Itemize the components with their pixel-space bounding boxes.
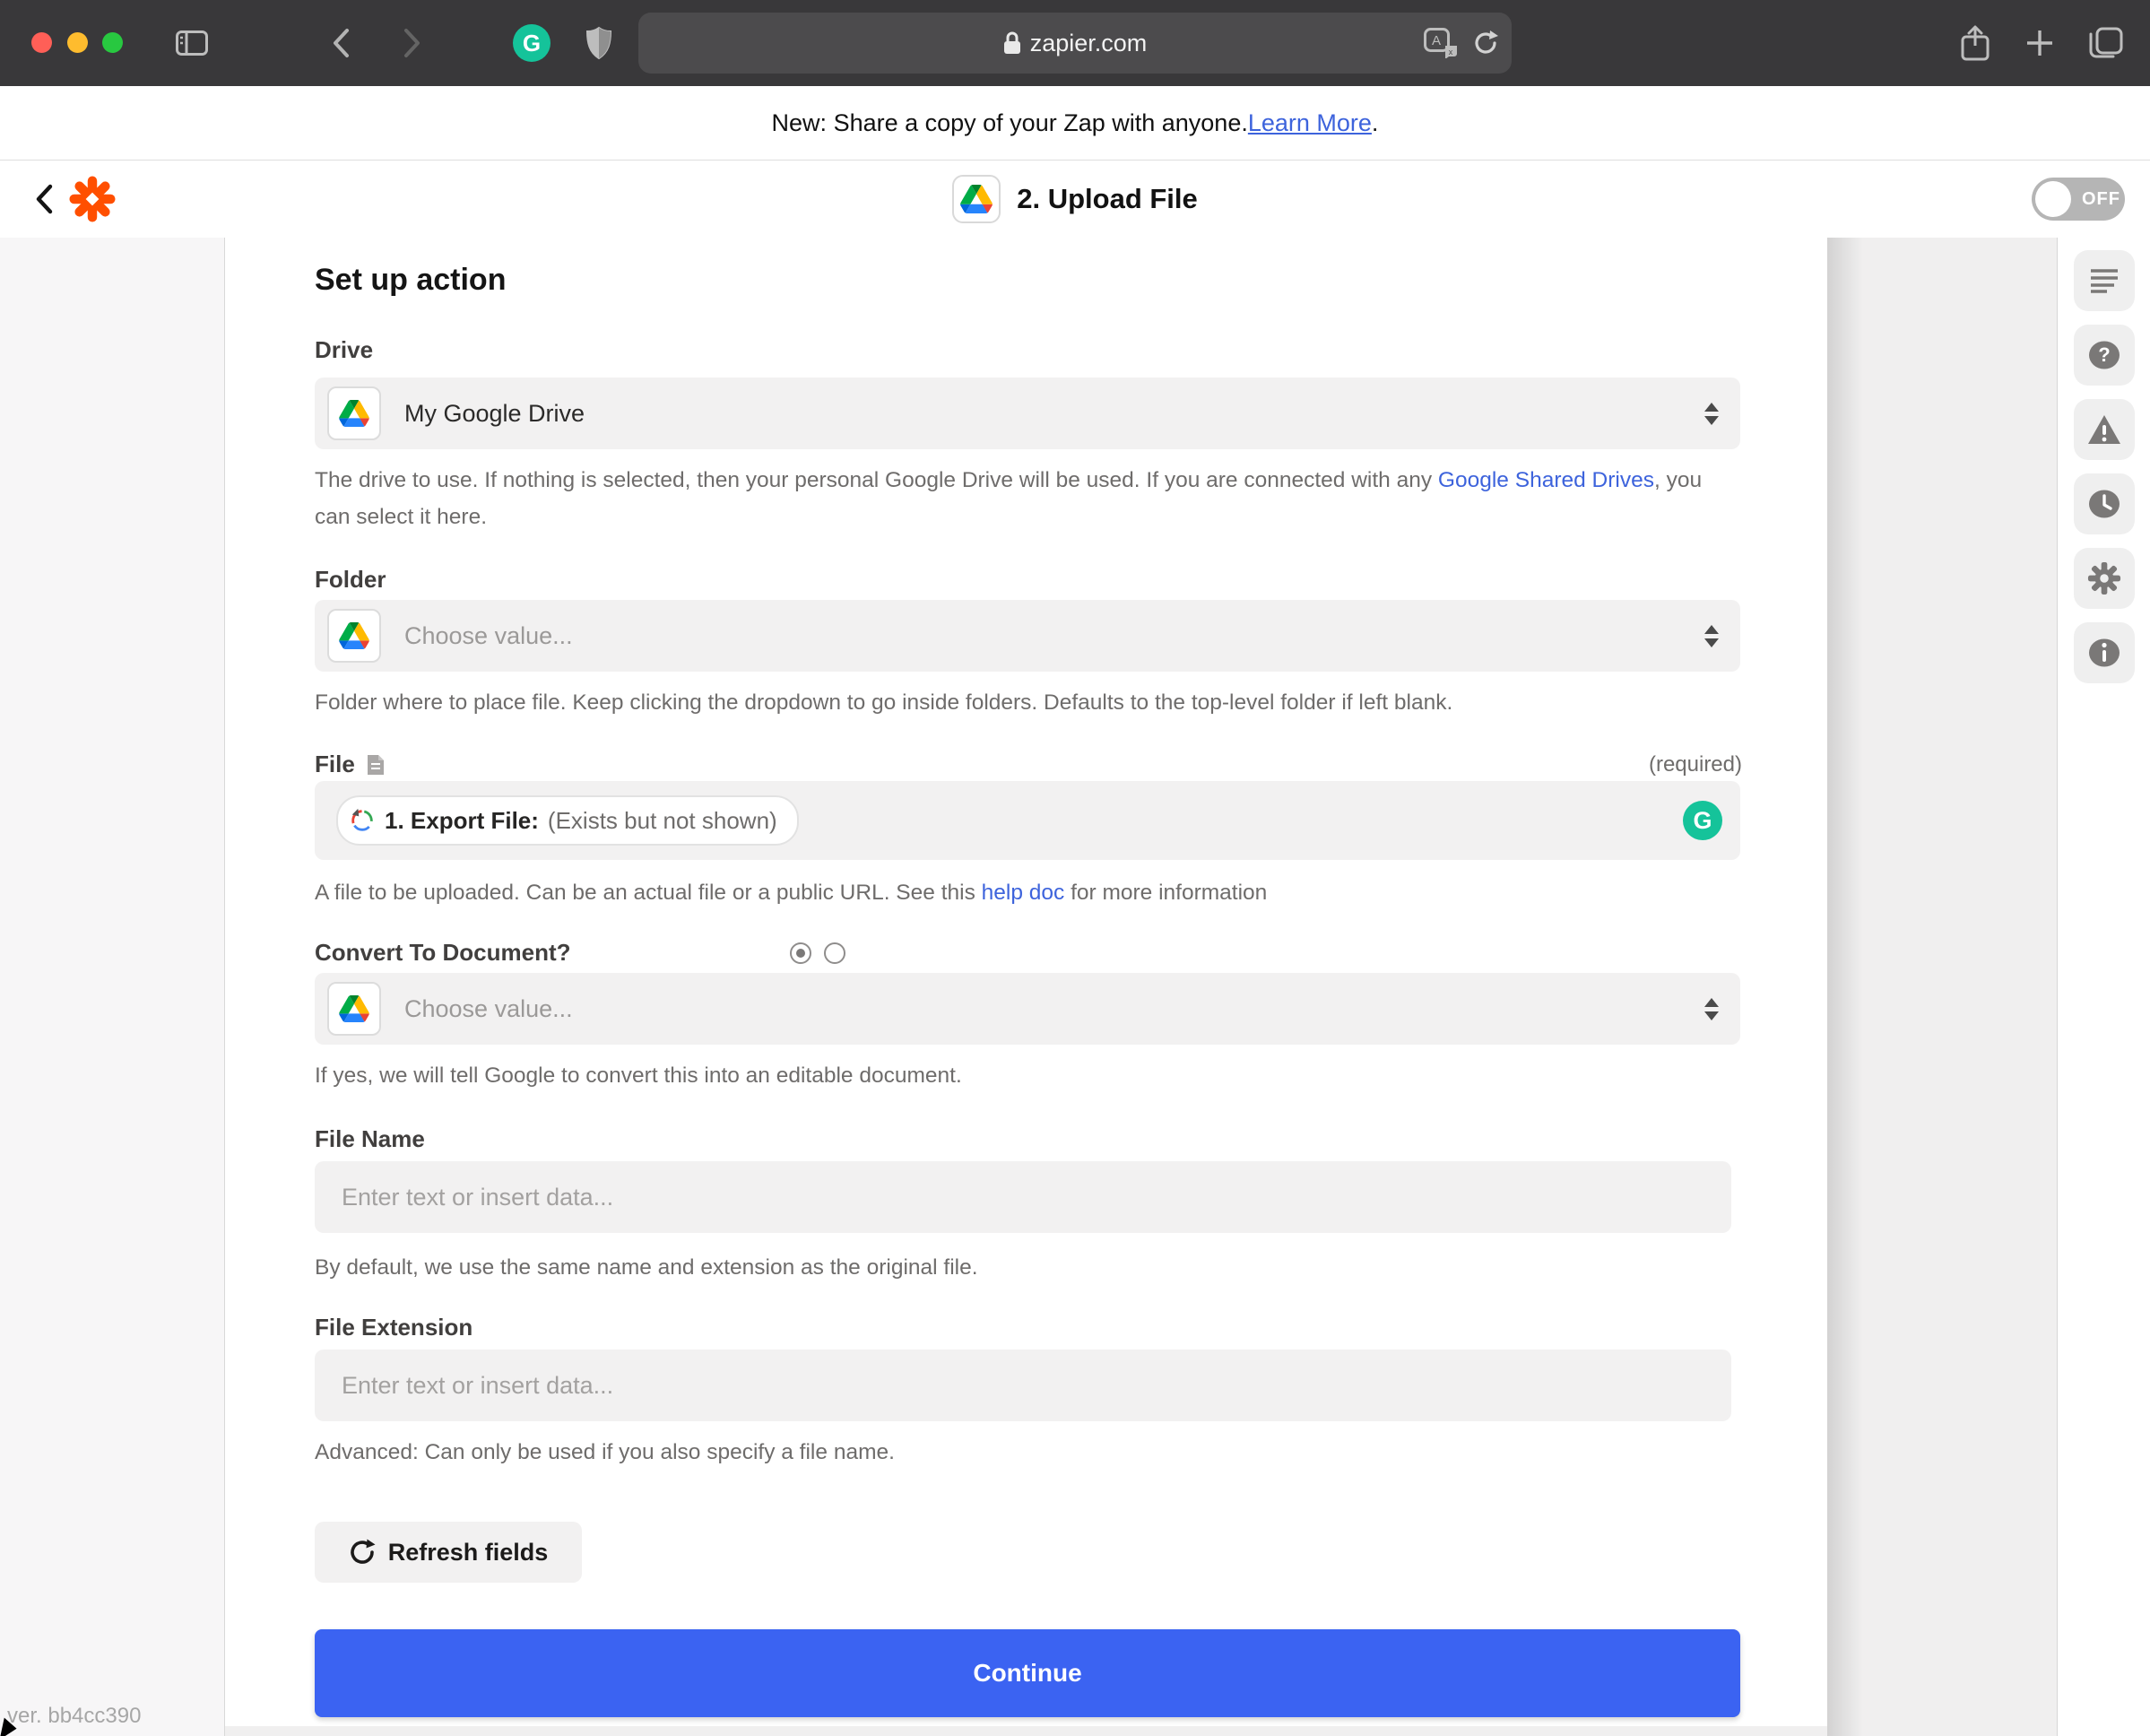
info-icon [2088, 637, 2120, 669]
reload-icon[interactable] [1472, 29, 1499, 57]
zoom-window-button[interactable] [102, 32, 123, 53]
folder-select[interactable]: Choose value... [315, 600, 1740, 672]
banner-text: New: Share a copy of your Zap with anyon… [772, 109, 1248, 137]
folder-label: Folder [315, 566, 386, 594]
required-tag: (required) [1649, 752, 1742, 777]
convert-help: If yes, we will tell Google to convert t… [315, 1057, 1742, 1094]
history-button[interactable] [2074, 473, 2135, 534]
google-shared-drives-link[interactable]: Google Shared Drives [1438, 468, 1654, 492]
notes-icon [2089, 268, 2120, 293]
forward-icon[interactable] [396, 0, 429, 86]
drive-value: My Google Drive [404, 400, 585, 428]
step-title: 2. Upload File [1017, 183, 1198, 215]
help-button[interactable]: ? [2074, 325, 2135, 386]
address-bar[interactable]: zapier.com Ax [638, 13, 1512, 74]
version-text: ver. bb4cc390 [7, 1704, 141, 1729]
step1-app-icon [349, 807, 376, 834]
gear-icon [2087, 561, 2121, 595]
google-drive-icon [327, 609, 381, 663]
continue-button[interactable]: Continue [315, 1629, 1740, 1717]
svg-text:A: A [1432, 33, 1441, 48]
select-arrows-icon [1704, 403, 1719, 425]
workspace: ver. bb4cc390 Set up action Drive My Goo… [0, 238, 2150, 1736]
minimize-window-button[interactable] [67, 32, 88, 53]
close-window-button[interactable] [31, 32, 52, 53]
shield-extension-icon[interactable] [581, 0, 617, 86]
warning-button[interactable] [2074, 399, 2135, 460]
toggle-label: OFF [2082, 189, 2120, 210]
setup-action-panel: Set up action Drive My Google Drive The … [225, 238, 1827, 1726]
file-extension-help: Advanced: Can only be used if you also s… [315, 1434, 1742, 1471]
folder-placeholder: Choose value... [404, 622, 573, 650]
url-text: zapier.com [1030, 30, 1148, 57]
google-drive-icon [952, 175, 1001, 223]
promo-banner: New: Share a copy of your Zap with anyon… [0, 86, 2150, 161]
clock-icon [2088, 488, 2120, 520]
mouse-cursor [0, 1718, 18, 1736]
file-label-row: File [315, 751, 386, 778]
google-drive-icon [327, 982, 381, 1036]
zap-on-off-toggle[interactable]: OFF [2032, 178, 2125, 221]
browser-chrome: G zapier.com Ax [0, 0, 2150, 86]
refresh-icon [349, 1538, 376, 1567]
file-name-input[interactable] [315, 1161, 1731, 1233]
file-help: A file to be uploaded. Can be an actual … [315, 874, 1742, 911]
share-icon[interactable] [1955, 0, 1996, 86]
drive-label: Drive [315, 336, 373, 364]
convert-select[interactable]: Choose value... [315, 973, 1740, 1045]
toggle-knob [2035, 181, 2071, 217]
new-tab-icon[interactable] [2019, 0, 2060, 86]
grammarly-icon[interactable]: G [1683, 801, 1722, 840]
question-icon: ? [2088, 339, 2120, 371]
token-step-text: 1. Export File: [385, 807, 539, 835]
lock-icon [1003, 30, 1021, 56]
convert-placeholder: Choose value... [404, 995, 573, 1023]
convert-radio-group [790, 942, 845, 964]
folder-help: Folder where to place file. Keep clickin… [315, 684, 1742, 721]
left-gutter: ver. bb4cc390 [0, 238, 225, 1736]
refresh-label: Refresh fields [388, 1539, 549, 1567]
tabs-overview-icon[interactable] [2084, 0, 2128, 86]
document-icon [366, 753, 386, 777]
warning-icon [2087, 414, 2121, 445]
step-header: 2. Upload File OFF [0, 161, 2150, 239]
file-input[interactable]: 1. Export File: (Exists but not shown) G [315, 781, 1740, 860]
select-arrows-icon [1704, 625, 1719, 647]
right-toolbar: ? [2057, 238, 2150, 1736]
card-shadow [1827, 238, 1863, 1736]
refresh-fields-button[interactable]: Refresh fields [315, 1522, 582, 1583]
panel-title: Set up action [315, 263, 506, 298]
select-arrows-icon [1704, 998, 1719, 1020]
radio-selected[interactable] [790, 942, 811, 964]
token-value-text: (Exists but not shown) [548, 807, 777, 835]
help-doc-link[interactable]: help doc [982, 881, 1065, 905]
svg-text:?: ? [2098, 343, 2110, 366]
sidebar-toggle-icon[interactable] [174, 0, 210, 86]
info-button[interactable] [2074, 622, 2135, 683]
learn-more-link[interactable]: Learn More [1248, 109, 1372, 137]
drive-help: The drive to use. If nothing is selected… [315, 462, 1742, 535]
file-name-help: By default, we use the same name and ext… [315, 1249, 1742, 1286]
translate-icon[interactable]: Ax [1424, 28, 1460, 58]
step-title-group: 2. Upload File [0, 161, 2150, 238]
google-drive-icon [327, 386, 381, 440]
back-icon[interactable] [325, 0, 357, 86]
screen: G zapier.com Ax New: Share a copy of you… [0, 0, 2150, 1736]
mapped-field-token[interactable]: 1. Export File: (Exists but not shown) [336, 795, 799, 846]
file-extension-label: File Extension [315, 1314, 472, 1341]
convert-label: Convert To Document? [315, 939, 571, 967]
svg-text:x: x [1449, 48, 1453, 56]
notes-button[interactable] [2074, 250, 2135, 311]
file-extension-input[interactable] [315, 1350, 1731, 1421]
grammarly-extension-icon[interactable]: G [513, 24, 551, 62]
settings-button[interactable] [2074, 548, 2135, 609]
radio-unselected[interactable] [824, 942, 845, 964]
file-label: File [315, 751, 355, 778]
file-name-label: File Name [315, 1125, 425, 1153]
drive-select[interactable]: My Google Drive [315, 378, 1740, 449]
